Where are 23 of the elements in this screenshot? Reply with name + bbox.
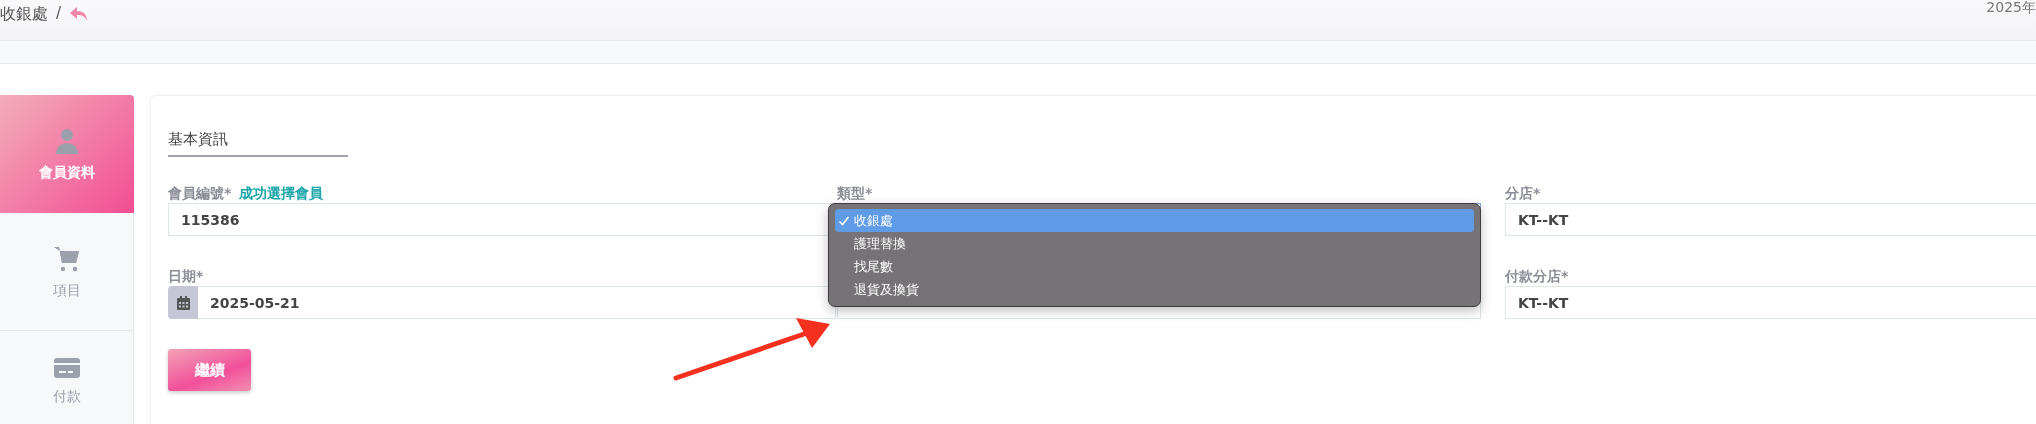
field-label: 類型* [837,185,873,203]
dropdown-option[interactable]: 退貨及換貨 [835,278,1474,301]
breadcrumb-separator: / [56,4,62,22]
input-field[interactable]: KT--KT [1505,286,2036,319]
dropdown-option[interactable]: 收銀處 [835,209,1474,232]
calendar-icon[interactable] [168,286,198,319]
sidebar-tab[interactable]: 會員資料 [0,95,134,213]
date-text: 2025年 [1986,0,2036,17]
check-icon [838,214,850,227]
sidebar-tab[interactable]: 項目 [0,213,134,331]
input-field[interactable]: KT--KT [1505,203,2036,236]
field-label: 會員編號* [168,185,232,203]
field-label: 付款分店* [1505,268,1569,286]
continue-button[interactable]: 繼續 [168,349,251,391]
sidebar-tab[interactable]: 付款 [0,331,134,424]
breadcrumb-link[interactable]: 收銀處 [0,4,48,25]
dropdown-option[interactable]: 護理替換 [835,232,1474,255]
date-field[interactable]: 2025-05-21 [198,286,836,319]
dropdown-option[interactable]: 找尾數 [835,255,1474,278]
field-label: 分店* [1505,185,1541,203]
status-text: 成功選擇會員 [239,185,324,203]
field-label: 日期* [168,268,204,286]
section-title: 基本資訊 [168,118,348,157]
